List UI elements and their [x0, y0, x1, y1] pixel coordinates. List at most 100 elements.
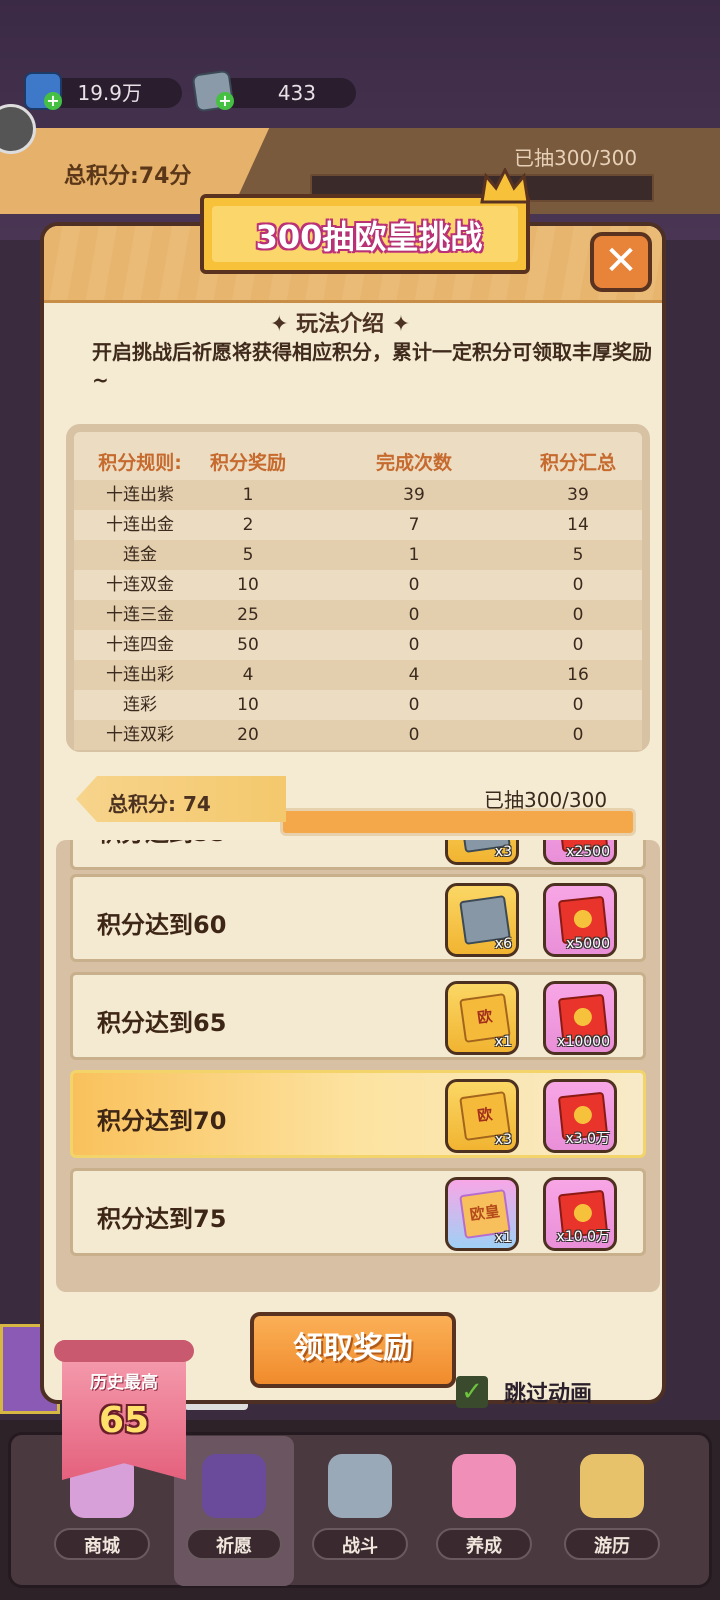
rules-cell: 14 [567, 515, 589, 535]
nav-tab-1[interactable]: 祈愿 [174, 1436, 294, 1586]
total-score-label: 总积分: 74 [108, 792, 211, 816]
nav-tab-2[interactable]: 战斗 [300, 1436, 420, 1586]
reward-quantity: x3 [494, 844, 512, 860]
rules-cell: 39 [567, 485, 589, 505]
rules-cell: 0 [408, 575, 420, 595]
rules-cell: 0 [572, 725, 584, 745]
claim-reward-button[interactable]: 领取奖励 [250, 1312, 456, 1388]
rules-row: 十连双彩 20 0 0 [74, 720, 642, 750]
rules-cell: 0 [572, 575, 584, 595]
nav-label: 养成 [466, 1536, 502, 1557]
reward-quantity: x3.0万 [565, 1131, 610, 1147]
intro-text: 开启挑战后祈愿将获得相应积分，累计一定积分可领取丰厚奖励~ [92, 340, 652, 392]
modal-title: 300抽欧皇挑战 [255, 218, 483, 256]
rules-cell: 4 [242, 665, 254, 685]
reward-quantity: x5000 [566, 936, 610, 952]
rules-cell: 25 [237, 605, 259, 625]
rules-cell: 5 [242, 545, 254, 565]
reward-quantity: x10000 [557, 1034, 610, 1050]
reward-row[interactable]: 积分达到55 x3 x2500 [70, 840, 646, 870]
rules-cell: 0 [408, 635, 420, 655]
rules-row: 十连出彩 4 4 16 [74, 660, 642, 690]
reward-row[interactable]: 积分达到65 欧 x1 x10000 [70, 972, 646, 1060]
crown-icon [480, 168, 530, 204]
rules-row: 连彩 10 0 0 [74, 690, 642, 720]
card-reward-item[interactable]: x6 [445, 883, 519, 957]
reward-threshold-label: 积分达到70 [97, 1107, 227, 1135]
score-rules-table: 积分规则: 积分奖励 完成次数 积分汇总 十连出紫 1 39 39 十连出金 2 7 14 连金… [66, 424, 650, 752]
rules-row: 连金 5 1 5 [74, 540, 642, 570]
add-currency-2-button[interactable]: + [216, 92, 234, 110]
rules-cell: 0 [408, 695, 420, 715]
rules-cell: 5 [572, 545, 584, 565]
rules-header-reward: 积分奖励 [209, 452, 286, 474]
nav-label: 战斗 [342, 1536, 378, 1557]
rules-cell: 0 [572, 635, 584, 655]
intro-title: ✦ 玩法介绍 ✦ [270, 312, 411, 337]
red-envelope-reward-item[interactable]: x3.0万 [543, 1079, 617, 1153]
close-button[interactable]: ✕ [590, 232, 652, 292]
nav-label: 祈愿 [216, 1536, 252, 1557]
rules-cell: 16 [567, 665, 589, 685]
red-envelope-reward-item[interactable]: x10.0万 [543, 1177, 617, 1251]
rules-cell: 1 [242, 485, 254, 505]
skip-animation-checkbox[interactable]: ✓ [456, 1376, 488, 1408]
reward-quantity: x1 [494, 1230, 512, 1246]
rules-cell: 连彩 [123, 695, 157, 715]
close-x-icon: ✕ [604, 238, 638, 284]
red-envelope-reward-item[interactable]: x2500 [543, 840, 617, 865]
drawn-count-label: 已抽300/300 [484, 788, 608, 812]
nav-label: 游历 [594, 1536, 630, 1557]
nav-tab-4[interactable]: 游历 [552, 1436, 672, 1586]
rules-cell: 20 [237, 725, 259, 745]
reward-threshold-label: 积分达到60 [97, 911, 227, 939]
ticket-reward-item[interactable]: 欧 x1 [445, 981, 519, 1055]
rules-header-count: 完成次数 [375, 452, 452, 474]
rules-cell: 4 [408, 665, 420, 685]
rules-row: 十连出金 2 7 14 [74, 510, 642, 540]
card-reward-item[interactable]: x3 [445, 840, 519, 865]
reward-threshold-label: 积分达到75 [97, 1205, 227, 1233]
rules-cell: 10 [237, 575, 259, 595]
reward-row[interactable]: 积分达到70 欧 x3 x3.0万 [70, 1070, 646, 1158]
reward-quantity: x6 [494, 936, 512, 952]
rules-cell: 十连四金 [106, 635, 174, 655]
rules-cell: 连金 [123, 545, 157, 565]
header-drawn-count: 已抽300/300 [514, 146, 638, 170]
red-envelope-reward-item[interactable]: x5000 [543, 883, 617, 957]
rules-cell: 39 [403, 485, 425, 505]
reward-quantity: x2500 [566, 844, 610, 860]
reward-list[interactable]: 积分达到55 x3 x2500 积分达到60 x6 x5000 积分达到65 欧x1 x1000… [56, 840, 660, 1292]
reward-quantity: x3 [494, 1132, 512, 1148]
reward-row[interactable]: 积分达到75 欧皇 x1 x10.0万 [70, 1168, 646, 1256]
rules-header-total: 积分汇总 [539, 452, 616, 474]
rules-cell: 7 [408, 515, 420, 535]
reward-threshold-label: 积分达到55 [97, 840, 226, 848]
rules-cell: 十连双彩 [106, 725, 174, 745]
history-best-value: 65 [98, 1400, 150, 1441]
rules-cell: 十连出彩 [106, 665, 174, 685]
rules-header-rule: 积分规则: [98, 452, 182, 474]
rules-row: 十连四金 50 0 0 [74, 630, 642, 660]
wish-card-icon [202, 1454, 266, 1518]
crossed-swords-icon [328, 1454, 392, 1518]
ticket-euhuang-reward-item[interactable]: 欧皇 x1 [445, 1177, 519, 1251]
modal-title-plate: 300抽欧皇挑战 [200, 194, 530, 274]
rules-header-row: 积分规则: 积分奖励 完成次数 积分汇总 [74, 442, 642, 476]
rules-cell: 十连三金 [106, 605, 174, 625]
rules-cell: 50 [237, 635, 259, 655]
nav-label: 商城 [84, 1536, 120, 1557]
reward-quantity: x1 [494, 1034, 512, 1050]
header-total-score: 总积分:74分 [64, 164, 192, 189]
rules-cell: 十连出金 [106, 515, 174, 535]
map-icon [580, 1454, 644, 1518]
nav-tab-3[interactable]: 养成 [424, 1436, 544, 1586]
ticket-reward-item[interactable]: 欧 x3 [445, 1079, 519, 1153]
reward-row[interactable]: 积分达到60 x6 x5000 [70, 874, 646, 962]
paw-icon [452, 1454, 516, 1518]
rules-cell: 0 [572, 605, 584, 625]
rules-cell: 2 [242, 515, 254, 535]
red-envelope-reward-item[interactable]: x10000 [543, 981, 617, 1055]
rules-cell: 0 [408, 605, 420, 625]
add-currency-1-button[interactable]: + [44, 92, 62, 110]
